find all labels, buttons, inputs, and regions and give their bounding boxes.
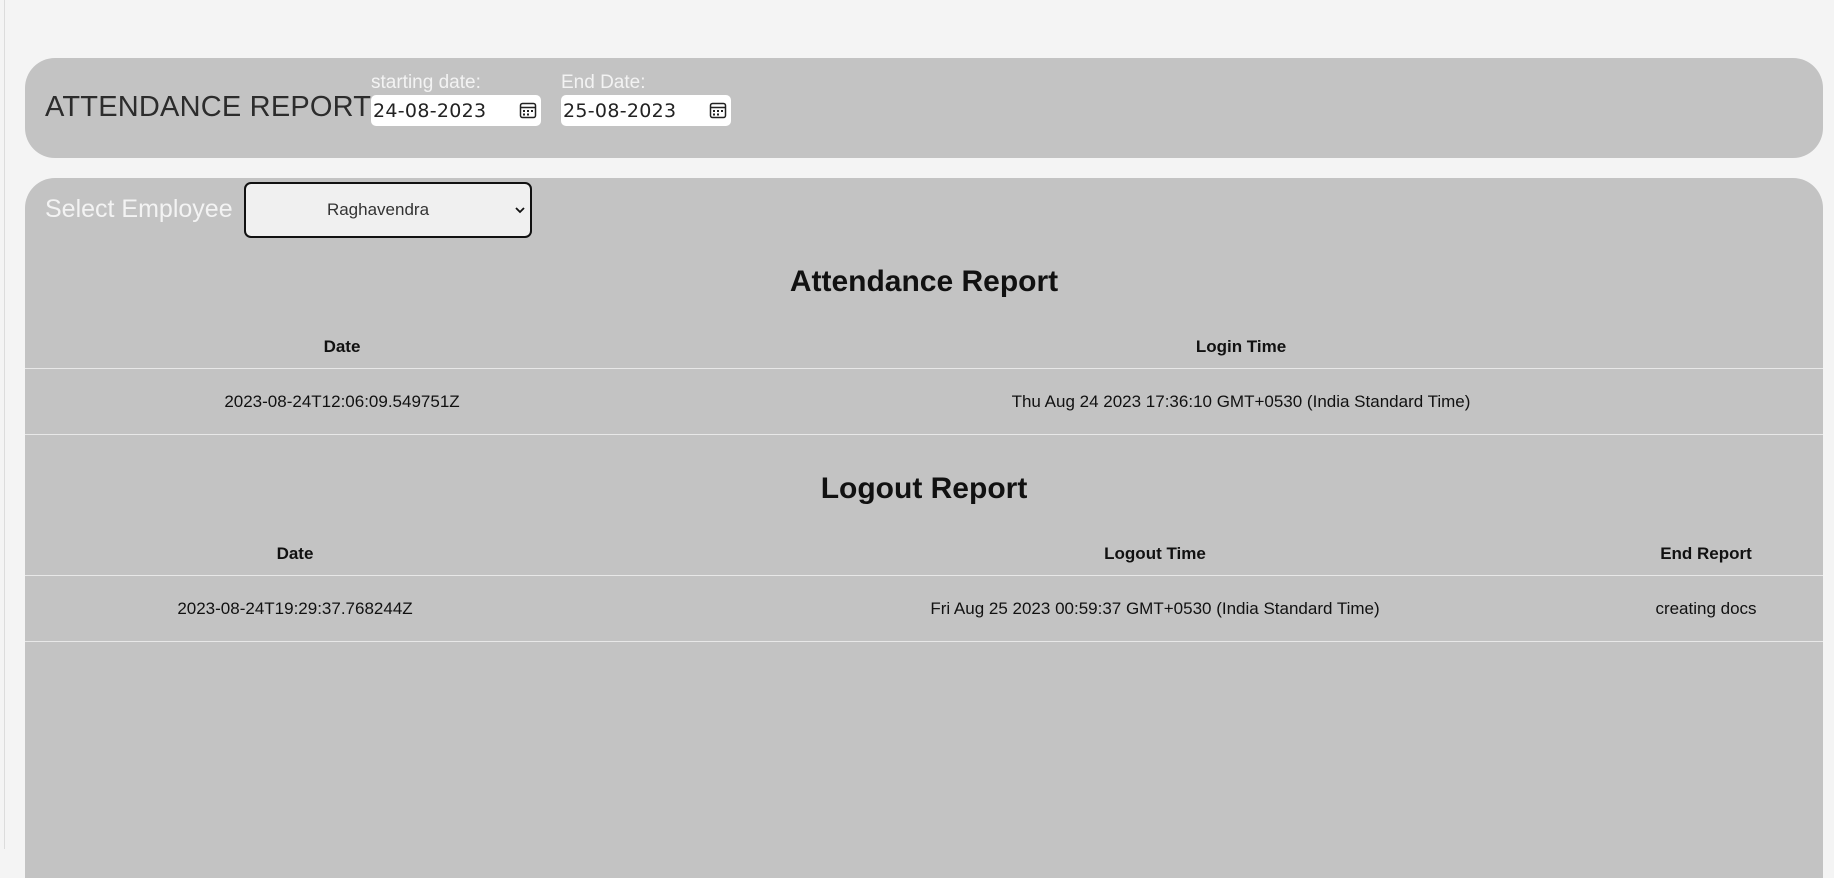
divider	[25, 641, 1823, 642]
logout-report-title: Logout Report	[820, 472, 1028, 505]
attendance-report-title: Attendance Report	[789, 265, 1059, 298]
calendar-icon[interactable]	[709, 101, 727, 119]
calendar-icon[interactable]	[519, 101, 537, 119]
end-date-label: End Date:	[561, 72, 646, 93]
start-date-input[interactable]: 24-08-2023	[371, 95, 541, 126]
logout-col-end-report: End Report	[1660, 544, 1752, 563]
logout-cell-logout-time: Fri Aug 25 2023 00:59:37 GMT+0530 (India…	[930, 599, 1380, 618]
page-title: ATTENDANCE REPORT	[45, 91, 372, 123]
employee-select[interactable]: Raghavendra	[244, 182, 532, 238]
logout-col-logout-time: Logout Time	[1104, 544, 1206, 563]
report-panel: Select Employee Raghavendra Attendance R…	[25, 178, 1823, 878]
report-header: ATTENDANCE REPORT starting date: 24-08-2…	[25, 58, 1823, 158]
employee-select-value: Raghavendra	[326, 200, 430, 219]
end-date-input[interactable]: 25-08-2023	[561, 95, 731, 126]
select-employee-label: Select Employee	[45, 195, 233, 223]
page-left-border	[4, 0, 5, 849]
attendance-cell-login-time: Thu Aug 24 2023 17:36:10 GMT+0530 (India…	[1011, 392, 1471, 411]
chevron-down-icon	[515, 207, 525, 214]
divider	[25, 368, 1823, 369]
divider	[25, 434, 1823, 435]
start-date-label: starting date:	[371, 72, 481, 93]
logout-cell-date: 2023-08-24T19:29:37.768244Z	[177, 599, 413, 618]
attendance-col-date: Date	[323, 337, 361, 356]
logout-cell-end-report: creating docs	[1655, 599, 1757, 618]
divider	[25, 575, 1823, 576]
end-date-value: 25-08-2023	[563, 100, 677, 122]
attendance-col-login-time: Login Time	[1195, 337, 1287, 356]
start-date-group: starting date: 24-08-2023	[371, 72, 541, 126]
end-date-group: End Date: 25-08-2023	[561, 72, 731, 126]
attendance-cell-date: 2023-08-24T12:06:09.549751Z	[224, 392, 460, 411]
start-date-value: 24-08-2023	[373, 100, 487, 122]
logout-col-date: Date	[276, 544, 314, 563]
